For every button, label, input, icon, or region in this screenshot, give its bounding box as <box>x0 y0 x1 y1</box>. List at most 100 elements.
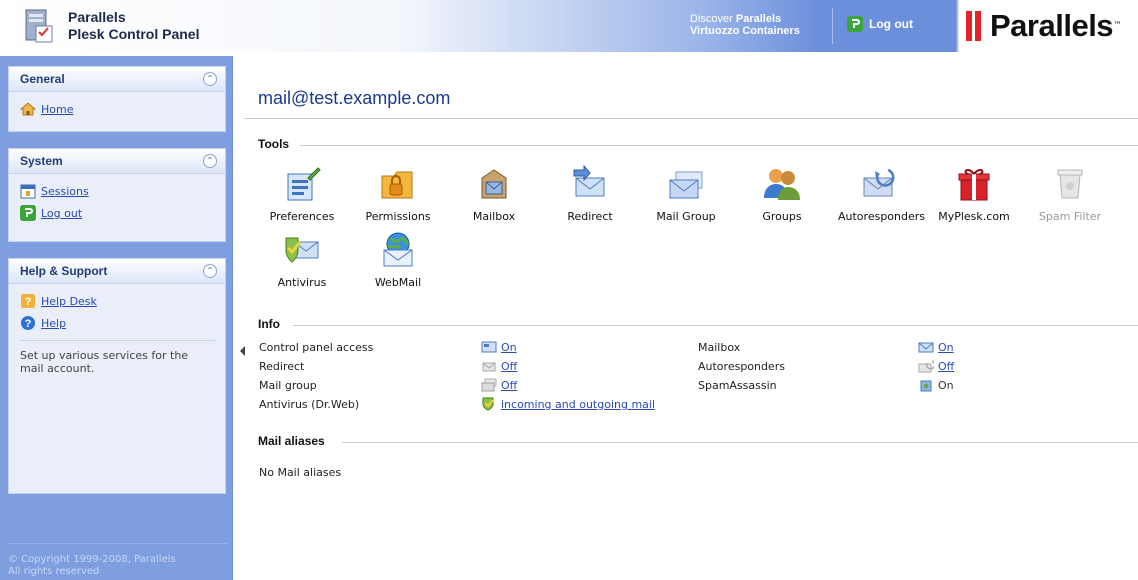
myplesk-icon <box>958 168 990 201</box>
sidebar-item-help-label[interactable]: Help <box>41 317 66 330</box>
title-divider <box>244 118 1138 119</box>
permissions-icon <box>381 171 413 199</box>
discover-product: Virtuozzo Containers <box>690 25 800 37</box>
tool-redirect[interactable]: Redirect <box>550 164 630 223</box>
svg-text:?: ? <box>25 296 32 308</box>
tool-antivirus[interactable]: Antivirus <box>262 230 342 289</box>
tool-label: WebMail <box>374 276 422 289</box>
logout-icon <box>20 205 36 221</box>
tool-spam-filter: Spam Filter <box>1030 164 1110 223</box>
redirect-small-icon <box>482 362 496 372</box>
info-value-text: On <box>938 378 954 392</box>
help-divider <box>20 340 215 341</box>
info-value-link[interactable]: incoming and outgoing mail <box>501 398 655 411</box>
tool-permissions[interactable]: Permissions <box>358 164 438 223</box>
info-value-link[interactable]: On <box>938 341 954 354</box>
autoresponders-icon <box>863 168 895 197</box>
autoresponders-value[interactable]: Off <box>918 359 954 373</box>
tool-mailbox[interactable]: Mailbox <box>454 164 534 223</box>
sidebar-item-home[interactable]: Home <box>20 98 215 120</box>
sidebar-item-home-label[interactable]: Home <box>41 103 73 116</box>
info-value-link[interactable]: Off <box>938 360 954 373</box>
mailbox-value[interactable]: On <box>918 340 954 354</box>
general-panel-title: General <box>20 72 65 86</box>
home-icon <box>20 102 36 116</box>
sidebar-item-logout-label[interactable]: Log out <box>41 207 82 220</box>
info-label: SpamAssassin <box>698 379 777 392</box>
tool-label: Mailbox <box>472 210 516 223</box>
tools-heading: Tools <box>258 137 290 151</box>
sidebar-item-help-desk-label[interactable]: Help Desk <box>41 295 97 308</box>
tool-label: Antivirus <box>277 276 327 289</box>
antivirus-icon <box>285 237 319 263</box>
discover-virtuozzo-link[interactable]: Discover Parallels Virtuozzo Containers <box>690 13 800 37</box>
help-icon: ? <box>21 316 35 330</box>
mail-aliases-empty-text: No Mail aliases <box>259 466 342 479</box>
info-label: Mailbox <box>698 341 741 354</box>
context-help-text: Set up various services for the mail acc… <box>20 349 189 375</box>
info-value-link[interactable]: Off <box>501 379 517 392</box>
copyright-line1: © Copyright 1999-2008, Parallels <box>8 554 176 565</box>
antivirus-value[interactable]: incoming and outgoing mail <box>481 397 655 411</box>
brand-line1: Parallels <box>68 9 126 25</box>
mail-group-small-icon <box>481 378 497 392</box>
discover-prefix: Discover <box>690 13 733 25</box>
mail-aliases-divider <box>342 442 1138 443</box>
tool-label: Mail Group <box>656 210 716 223</box>
collapse-system-button[interactable]: ⌃ <box>203 154 217 168</box>
redirect-icon <box>573 164 605 197</box>
help-desk-icon: ? <box>21 294 35 308</box>
mail-aliases-heading: Mail aliases <box>258 434 325 448</box>
general-panel-header: General ⌃ <box>9 67 225 92</box>
main-content: mail@test.example.com Tools Preferences … <box>244 56 1138 580</box>
mailbox-small-icon <box>918 342 934 353</box>
tool-label: Permissions <box>365 210 431 223</box>
autoresponders-small-icon <box>918 360 934 373</box>
redirect-value[interactable]: Off <box>481 359 517 373</box>
system-panel: System ⌃ Sessions Log out <box>8 148 226 242</box>
info-divider <box>293 325 1138 326</box>
plesk-server-icon <box>25 9 53 43</box>
header-logout-label: Log out <box>869 17 913 31</box>
tool-autoresponders[interactable]: Autoresponders <box>838 164 925 223</box>
left-sidebar: General ⌃ Home System ⌃ Sessions Log out… <box>0 56 233 580</box>
info-label: Control panel access <box>259 341 374 354</box>
brand-line2: Plesk Control Panel <box>68 26 200 42</box>
header-logout-button[interactable]: Log out <box>847 16 913 32</box>
parallels-logo-text: Parallels <box>990 8 1114 43</box>
mailbox-icon <box>481 169 507 199</box>
tool-webmail[interactable]: WebMail <box>358 230 438 289</box>
svg-text:?: ? <box>25 318 32 330</box>
help-panel-title: Help & Support <box>20 264 108 278</box>
mail-group-value[interactable]: Off <box>481 378 517 392</box>
tool-label: Redirect <box>567 210 613 223</box>
tool-preferences[interactable]: Preferences <box>262 164 342 223</box>
top-header: Parallels Plesk Control Panel Discover P… <box>0 0 1138 52</box>
antivirus-small-icon <box>482 397 494 411</box>
sidebar-item-help-desk[interactable]: ? Help Desk <box>20 290 215 312</box>
general-panel: General ⌃ Home <box>8 66 226 132</box>
sidebar-item-sessions-label[interactable]: Sessions <box>41 185 89 198</box>
sidebar-item-sessions[interactable]: Sessions <box>20 180 215 202</box>
control-panel-access-value[interactable]: On <box>481 340 517 354</box>
info-value-link[interactable]: On <box>501 341 517 354</box>
collapse-general-button[interactable]: ⌃ <box>203 72 217 86</box>
preferences-icon <box>287 167 321 201</box>
sessions-icon <box>20 184 36 199</box>
parallels-logo-bars <box>966 11 984 41</box>
collapse-help-button[interactable]: ⌃ <box>203 264 217 278</box>
info-value-link[interactable]: Off <box>501 360 517 373</box>
copyright-notice: © Copyright 1999-2008, Parallels All rig… <box>8 543 228 578</box>
tools-divider <box>300 145 1138 146</box>
tool-mail-group[interactable]: Mail Group <box>646 164 726 223</box>
sidebar-item-logout[interactable]: Log out <box>20 202 215 224</box>
discover-brand: Parallels <box>735 13 782 25</box>
tool-label: Groups <box>762 210 802 223</box>
help-support-panel: Help & Support ⌃ ? Help Desk ? Help Set … <box>8 258 226 494</box>
tool-groups[interactable]: Groups <box>742 164 822 223</box>
sidebar-item-help[interactable]: ? Help <box>20 312 215 334</box>
tool-label: MyPlesk.com <box>938 210 1010 223</box>
tool-myplesk[interactable]: MyPlesk.com <box>934 164 1014 223</box>
header-separator <box>832 8 833 44</box>
webmail-icon <box>383 232 413 267</box>
